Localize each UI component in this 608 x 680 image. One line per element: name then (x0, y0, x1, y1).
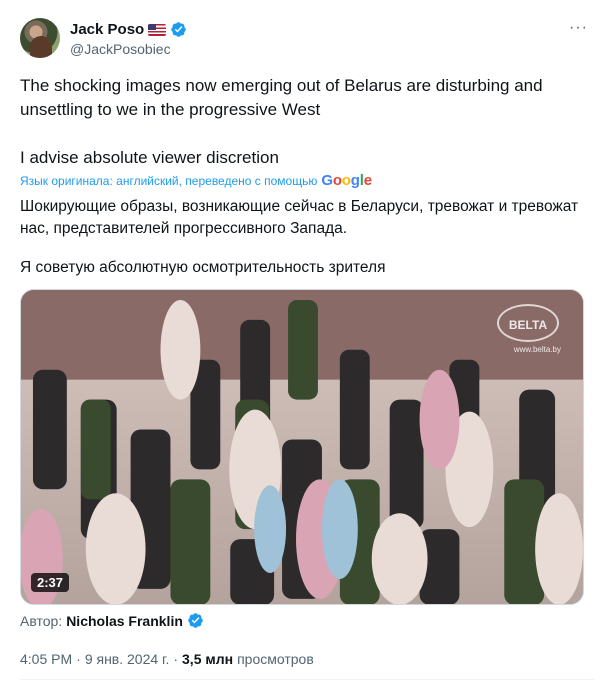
media-author-label: Автор: (20, 612, 63, 629)
tweet-text-original-2: I advise absolute viewer discretion (20, 148, 279, 167)
tweet-date[interactable]: 9 янв. 2024 г. (85, 651, 170, 667)
views-count: 3,5 млн (182, 651, 234, 667)
verified-badge-icon[interactable] (170, 21, 187, 38)
belta-watermark: BELTA (497, 304, 559, 342)
tweet-meta-line: 4:05 PM · 9 янв. 2024 г. · 3,5 млн просм… (20, 651, 314, 667)
meta-separator: · (173, 651, 179, 667)
views-label: просмотров (237, 651, 314, 667)
tweet-text-translated-1: Шокирующие образы, возникающие сейчас в … (20, 198, 579, 237)
verified-badge-icon[interactable] (187, 612, 204, 629)
translation-label: Язык оригинала: английский, переведено с… (20, 173, 318, 188)
media-author-line: Автор: Nicholas Franklin (20, 612, 204, 629)
more-horizontal-icon[interactable]: ··· (569, 20, 588, 36)
tweet-time[interactable]: 4:05 PM (20, 651, 72, 667)
display-name[interactable]: Jack Poso (70, 21, 144, 38)
belta-watermark-url: www.belta.by (513, 345, 561, 354)
tweet-header: Jack Poso @JackPosobiec ··· (20, 18, 594, 62)
avatar-figure (30, 36, 52, 58)
avatar[interactable] (20, 18, 60, 58)
google-logo: Google (321, 172, 372, 189)
meta-separator: · (76, 651, 81, 667)
top-strip (0, 0, 608, 6)
us-flag-icon (148, 23, 167, 36)
name-line: Jack Poso (70, 21, 187, 38)
video-duration-badge: 2:37 (31, 573, 70, 592)
tweet-text-translated-2: Я советую абсолютную осмотрительность зр… (20, 259, 386, 276)
video-thumbnail (21, 290, 583, 604)
handle[interactable]: @JackPosobiec (70, 41, 171, 57)
translation-notice[interactable]: Язык оригинала: английский, переведено с… (20, 172, 372, 189)
tweet-text-original-1: The shocking images now emerging out of … (20, 76, 543, 119)
media-author-name[interactable]: Nicholas Franklin (66, 613, 183, 629)
video-player[interactable]: BELTA www.belta.by 2:37 (20, 289, 584, 605)
